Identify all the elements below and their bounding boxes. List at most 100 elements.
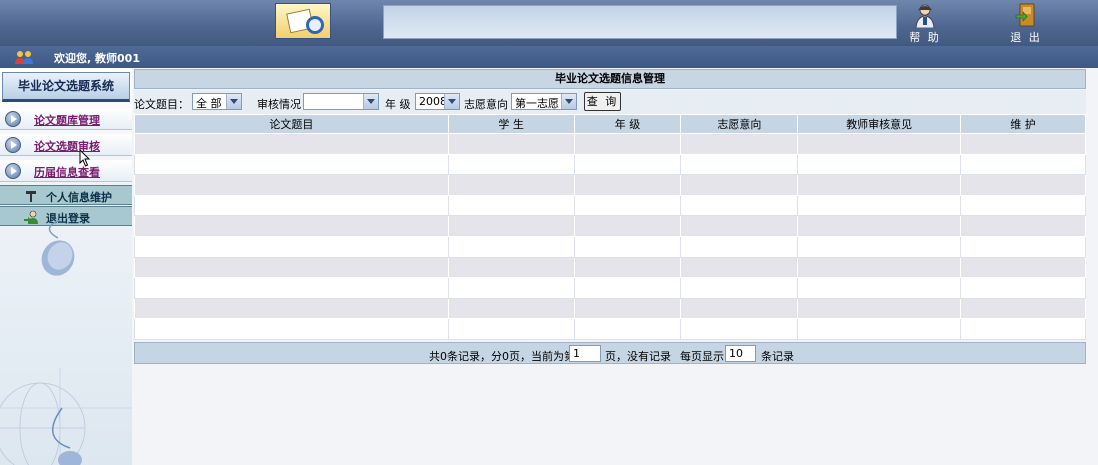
table-cell	[797, 297, 962, 320]
welcome-text: 欢迎您, 教师001	[54, 52, 140, 65]
column-header: 志愿意向	[680, 114, 799, 134]
table-cell	[797, 133, 962, 155]
sidebar-item-history[interactable]: 历届信息查看	[0, 160, 132, 182]
table-cell	[960, 318, 1086, 340]
table-cell	[134, 153, 449, 176]
page-title: 毕业论文选题信息管理	[134, 69, 1086, 89]
app-logo-icon	[275, 3, 331, 39]
table-cell	[797, 277, 962, 299]
current-page-input[interactable]: 1	[569, 345, 601, 362]
table-cell	[134, 318, 449, 340]
table-cell	[447, 256, 575, 279]
table-cell	[680, 133, 799, 155]
table-cell	[134, 194, 449, 217]
decorative-globe-icon	[0, 368, 132, 465]
arrow-right-icon	[5, 137, 21, 153]
table-cell	[573, 153, 682, 176]
table-cell	[797, 153, 962, 176]
pagination-bar: 共0条记录，分0页，当前为第 1 页，没有记录 每页显示 10 条记录	[134, 342, 1086, 364]
table-cell	[573, 174, 682, 196]
filter-bar: 论文题目： 全 部 审核情况 年 级 2008 志愿意向 第一志愿 查 询	[134, 90, 1086, 114]
table-cell	[960, 133, 1086, 155]
sidebar-item-label: 个人信息维护	[46, 191, 112, 204]
table-header-row: 论文题目 学 生 年 级 志愿意向 教师审核意见 维 护	[134, 114, 1086, 134]
grade-select[interactable]: 2008	[415, 93, 460, 110]
arrow-right-icon	[5, 163, 21, 179]
preference-select[interactable]: 第一志愿	[511, 93, 577, 110]
sidebar-item-topic-bank[interactable]: 论文题库管理	[0, 108, 132, 130]
main-panel: 毕业论文选题信息管理 论文题目： 全 部 审核情况 年 级 2008 志愿意向 …	[132, 68, 1098, 465]
query-button[interactable]: 查 询	[584, 92, 621, 111]
table-cell	[960, 256, 1086, 279]
table-cell	[447, 174, 575, 196]
chevron-down-icon	[444, 94, 459, 109]
review-select[interactable]	[303, 93, 379, 110]
topic-filter-label: 论文题目：	[134, 98, 189, 111]
preference-filter-label: 志愿意向	[464, 98, 508, 111]
help-button[interactable]: 帮 助	[905, 2, 945, 44]
table-cell	[680, 256, 799, 279]
table-cell	[680, 318, 799, 340]
exit-button[interactable]: 退 出	[1006, 2, 1046, 44]
table-row	[134, 133, 1086, 155]
table-row	[134, 277, 1086, 299]
table-cell	[134, 277, 449, 299]
table-cell	[573, 194, 682, 217]
topic-select-value: 全 部	[196, 97, 222, 110]
decorative-mouse-icon	[41, 219, 75, 276]
table-cell	[134, 174, 449, 196]
table-cell	[960, 277, 1086, 299]
grade-select-value: 2008	[419, 95, 447, 108]
sidebar-item-label[interactable]: 论文题库管理	[34, 112, 100, 128]
column-header: 维 护	[960, 114, 1086, 134]
per-page-input[interactable]: 10	[725, 345, 756, 362]
pager-summary: 共0条记录，分0页，当前为第	[429, 350, 575, 363]
table-row	[134, 194, 1086, 217]
table-row	[134, 235, 1086, 258]
mouse-cursor-icon	[79, 149, 91, 167]
table-cell	[680, 277, 799, 299]
header-banner	[383, 5, 897, 39]
table-cell	[447, 153, 575, 176]
table-cell	[447, 194, 575, 217]
topic-select[interactable]: 全 部	[192, 93, 242, 110]
table-row	[134, 215, 1086, 237]
table-cell	[134, 215, 449, 237]
table-body	[134, 133, 1086, 340]
results-table: 论文题目 学 生 年 级 志愿意向 教师审核意见 维 护	[134, 114, 1086, 340]
table-row	[134, 174, 1086, 196]
table-cell	[797, 318, 962, 340]
review-filter-label: 审核情况	[257, 98, 301, 111]
table-cell	[573, 235, 682, 258]
chevron-down-icon	[363, 94, 378, 109]
help-label: 帮 助	[909, 31, 941, 44]
table-cell	[447, 215, 575, 237]
chevron-down-icon	[561, 94, 576, 109]
table-cell	[134, 297, 449, 320]
table-cell	[573, 256, 682, 279]
preference-select-value: 第一志愿	[515, 97, 559, 110]
table-cell	[447, 235, 575, 258]
records-suffix: 条记录	[761, 350, 794, 363]
exit-door-icon	[1015, 3, 1035, 27]
table-cell	[134, 133, 449, 155]
table-row	[134, 153, 1086, 176]
table-cell	[960, 215, 1086, 237]
table-cell	[680, 194, 799, 217]
column-header: 年 级	[573, 114, 682, 134]
table-cell	[134, 235, 449, 258]
table-cell	[797, 215, 962, 237]
wrench-icon	[26, 191, 36, 202]
arrow-right-icon	[5, 111, 21, 127]
sidebar-item-topic-review[interactable]: 论文选题审核	[0, 134, 132, 156]
table-cell	[680, 153, 799, 176]
column-header: 学 生	[447, 114, 575, 134]
table-row	[134, 318, 1086, 340]
header-bar: 帮 助 退 出	[0, 0, 1098, 46]
table-cell	[447, 133, 575, 155]
users-icon	[15, 51, 33, 64]
table-cell	[573, 318, 682, 340]
column-header: 论文题目	[134, 114, 449, 134]
sidebar-item-profile[interactable]: 个人信息维护	[0, 185, 132, 205]
table-cell	[573, 133, 682, 155]
